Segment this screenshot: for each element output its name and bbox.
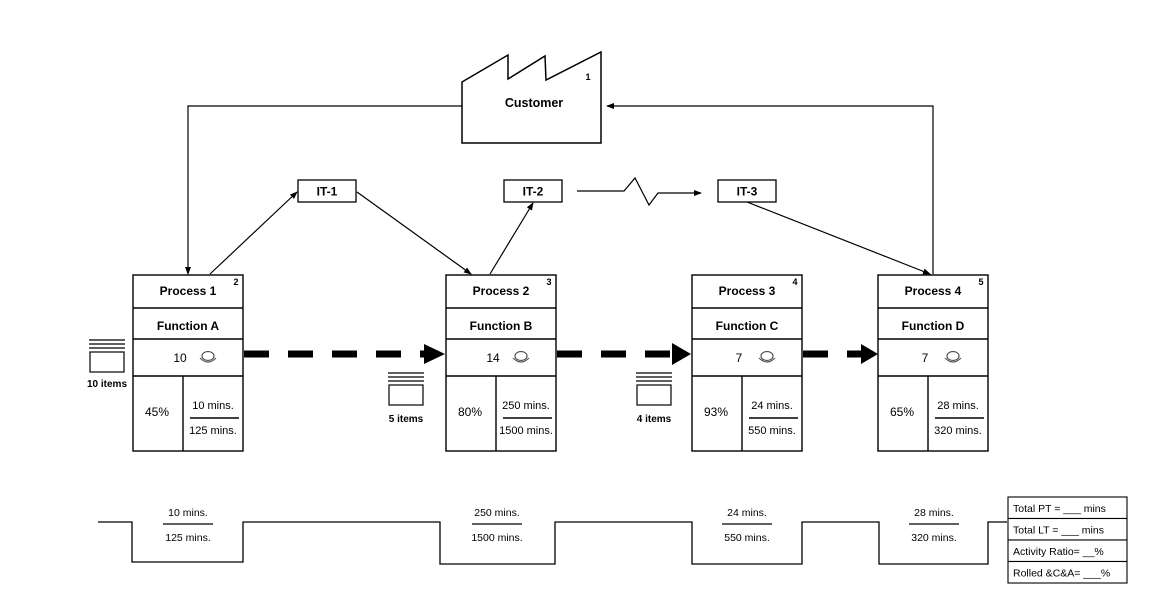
process-box-3[interactable]: Process 3 4 Function C 7 93% 24 mins. 550 mins…	[691, 274, 803, 452]
svg-text:IT-3: IT-3	[737, 185, 758, 199]
cycle-time: 250 mins.	[502, 400, 550, 412]
process-function: Function B	[470, 319, 533, 333]
push-arrow-3-4	[803, 344, 878, 364]
timeline-segment-4: 28 mins. 320 mins.	[909, 507, 959, 544]
value-stream-map: Customer 1 IT-1 IT-2 IT-3 Process 1 2 Func…	[87, 50, 1128, 584]
summary-table: Total PT = ___ mins Total LT = ___ mins Ac…	[1007, 496, 1128, 584]
process-function: Function D	[902, 319, 965, 333]
cycle-time: 28 mins.	[937, 400, 979, 412]
customer-label: Customer	[505, 96, 563, 110]
process-name: Process 4	[905, 284, 962, 298]
it1-to-process2-line	[356, 191, 472, 275]
process-name: Process 2	[473, 284, 530, 298]
summary-row: Total PT = ___ mins	[1007, 496, 1128, 520]
summary-row: Total LT = ___ mins	[1007, 517, 1128, 541]
push-arrow-icon	[424, 344, 445, 364]
inventory-label: 5 items	[389, 414, 424, 425]
process-box-2[interactable]: Process 2 3 Function B 14 80% 250 mins. 1500 m…	[445, 274, 557, 452]
process-number: 5	[978, 277, 983, 287]
electronic-info-flow-icon	[577, 176, 702, 207]
operator-count: 7	[736, 351, 743, 365]
inventory-1[interactable]: 10 items	[87, 339, 127, 390]
timeline-value-time: 28 mins.	[914, 507, 954, 519]
inventory-icon	[636, 372, 672, 406]
info-box-it1[interactable]: IT-1	[297, 179, 357, 203]
push-arrow-icon	[861, 344, 878, 364]
process-number: 4	[792, 277, 797, 287]
process-function: Function C	[716, 319, 779, 333]
timeline-lead-time: 1500 mins.	[471, 532, 522, 544]
timeline-value-time: 24 mins.	[727, 507, 767, 519]
inventory-label: 10 items	[87, 379, 127, 390]
it3-to-process4-line	[746, 201, 931, 275]
changeover-time: 1500 mins.	[499, 425, 553, 437]
timeline-segment-2: 250 mins. 1500 mins.	[471, 507, 522, 544]
inventory-label: 4 items	[637, 414, 672, 425]
operator-count: 7	[922, 351, 929, 365]
inventory-3[interactable]: 4 items	[636, 372, 672, 425]
info-box-it2[interactable]: IT-2	[503, 179, 563, 203]
summary-label: Activity Ratio= __%	[1013, 546, 1104, 558]
summary-row: Rolled &C&A= ___%	[1007, 560, 1128, 584]
push-arrow-2-3	[557, 343, 691, 365]
uptime-value: 93%	[704, 405, 728, 419]
customer-number: 1	[585, 72, 590, 82]
changeover-time: 125 mins.	[189, 425, 237, 437]
changeover-time: 550 mins.	[748, 425, 796, 437]
push-arrow-1-2	[244, 344, 445, 364]
inventory-2[interactable]: 5 items	[388, 372, 424, 425]
cycle-time: 10 mins.	[192, 400, 234, 412]
timeline-ladder	[98, 521, 1007, 565]
inventory-icon	[388, 372, 424, 406]
summary-label: Rolled &C&A= ___%	[1013, 568, 1110, 580]
timeline-segment-1: 10 mins. 125 mins.	[163, 507, 213, 544]
customer-factory[interactable]: Customer 1	[461, 50, 602, 144]
timeline-value-time: 10 mins.	[168, 507, 208, 519]
process2-to-it2-line	[489, 202, 534, 275]
summary-row: Activity Ratio= __%	[1007, 539, 1128, 563]
process-number: 3	[546, 277, 551, 287]
uptime-value: 65%	[890, 405, 914, 419]
timeline-lead-time: 320 mins.	[911, 532, 957, 544]
timeline-value-time: 250 mins.	[474, 507, 520, 519]
process1-to-it1-line	[209, 191, 298, 275]
process-name: Process 1	[160, 284, 217, 298]
uptime-value: 80%	[458, 405, 482, 419]
operator-count: 10	[173, 351, 187, 365]
process-box-1[interactable]: Process 1 2 Function A 10 45% 10 mins. 125 min…	[132, 274, 244, 452]
process-number: 2	[233, 277, 238, 287]
timeline-segment-3: 24 mins. 550 mins.	[722, 507, 772, 544]
timeline-lead-time: 550 mins.	[724, 532, 770, 544]
inventory-icon	[89, 339, 125, 373]
process-name: Process 3	[719, 284, 776, 298]
summary-label: Total LT = ___ mins	[1013, 525, 1104, 537]
summary-label: Total PT = ___ mins	[1013, 503, 1106, 515]
cycle-time: 24 mins.	[751, 400, 793, 412]
push-arrow-icon	[672, 343, 691, 365]
uptime-value: 45%	[145, 405, 169, 419]
svg-text:IT-2: IT-2	[523, 185, 544, 199]
svg-text:IT-1: IT-1	[317, 185, 338, 199]
process-box-4[interactable]: Process 4 5 Function D 7 65% 28 mins. 320 mins…	[877, 274, 989, 452]
changeover-time: 320 mins.	[934, 425, 982, 437]
operator-count: 14	[486, 351, 500, 365]
process-function: Function A	[157, 319, 220, 333]
timeline-lead-time: 125 mins.	[165, 532, 211, 544]
info-box-it3[interactable]: IT-3	[717, 179, 777, 203]
